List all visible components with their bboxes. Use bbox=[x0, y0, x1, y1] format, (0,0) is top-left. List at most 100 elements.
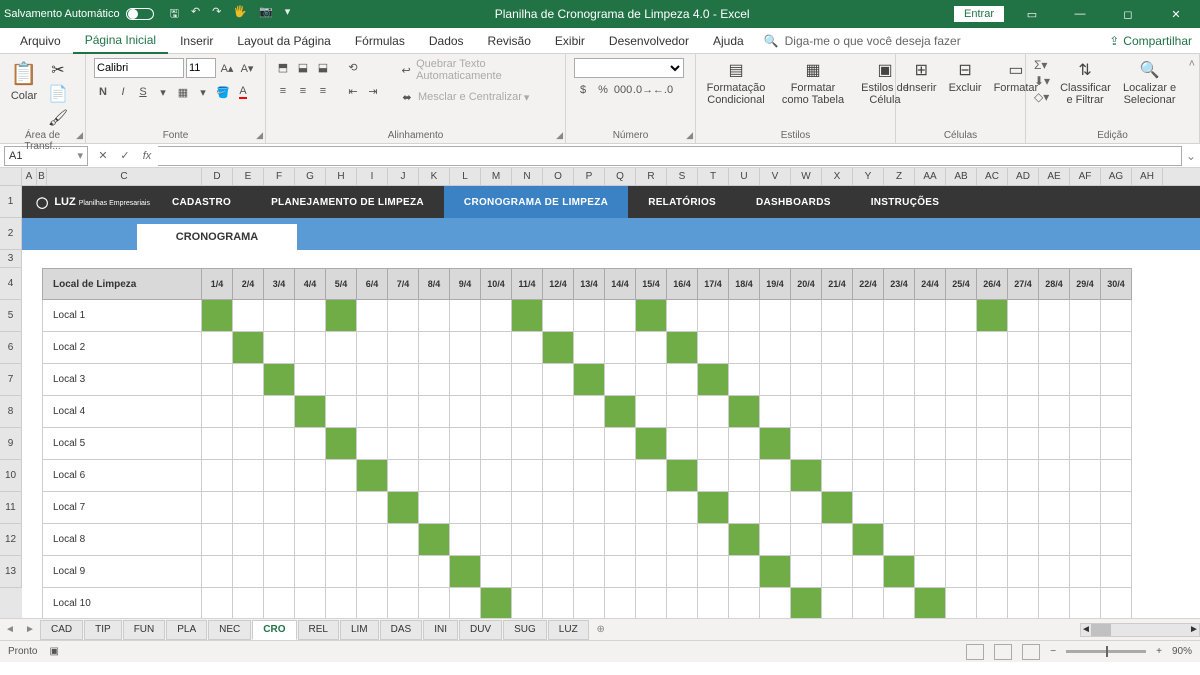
align-top-icon[interactable]: ⬒ bbox=[274, 58, 292, 76]
col-header[interactable]: U bbox=[729, 168, 760, 185]
schedule-cell[interactable] bbox=[1008, 588, 1039, 618]
copy-icon[interactable]: 📄 bbox=[48, 84, 68, 104]
schedule-cell[interactable] bbox=[1101, 300, 1132, 332]
schedule-cell[interactable] bbox=[915, 524, 946, 556]
schedule-cell[interactable] bbox=[233, 332, 264, 364]
schedule-cell[interactable] bbox=[1070, 588, 1101, 618]
schedule-cell[interactable] bbox=[1008, 460, 1039, 492]
schedule-cell[interactable] bbox=[760, 588, 791, 618]
schedule-cell[interactable] bbox=[574, 396, 605, 428]
schedule-cell[interactable] bbox=[512, 428, 543, 460]
col-header[interactable]: Y bbox=[853, 168, 884, 185]
schedule-cell[interactable] bbox=[357, 588, 388, 618]
schedule-cell[interactable] bbox=[326, 364, 357, 396]
schedule-cell[interactable] bbox=[481, 556, 512, 588]
schedule-cell[interactable] bbox=[295, 492, 326, 524]
col-header[interactable]: T bbox=[698, 168, 729, 185]
schedule-cell[interactable] bbox=[543, 300, 574, 332]
location-cell[interactable]: Local 3 bbox=[42, 364, 202, 396]
col-header[interactable]: AA bbox=[915, 168, 946, 185]
schedule-cell[interactable] bbox=[946, 364, 977, 396]
schedule-cell[interactable] bbox=[977, 524, 1008, 556]
schedule-cell[interactable] bbox=[419, 524, 450, 556]
schedule-cell[interactable] bbox=[264, 332, 295, 364]
schedule-cell[interactable] bbox=[822, 492, 853, 524]
schedule-cell[interactable] bbox=[450, 588, 481, 618]
schedule-cell[interactable] bbox=[698, 556, 729, 588]
horizontal-scrollbar[interactable]: ◄► bbox=[1080, 623, 1200, 637]
schedule-cell[interactable] bbox=[605, 332, 636, 364]
schedule-cell[interactable] bbox=[1070, 300, 1101, 332]
schedule-cell[interactable] bbox=[264, 492, 295, 524]
sheet-tab-cad[interactable]: CAD bbox=[40, 620, 83, 640]
schedule-cell[interactable] bbox=[760, 332, 791, 364]
sheet-tab-luz[interactable]: LUZ bbox=[548, 620, 589, 640]
autosum-icon[interactable]: Σ▾ bbox=[1034, 58, 1050, 72]
schedule-cell[interactable] bbox=[853, 492, 884, 524]
increase-indent-icon[interactable]: ⇥ bbox=[364, 82, 382, 100]
schedule-cell[interactable] bbox=[202, 588, 233, 618]
schedule-cell[interactable] bbox=[605, 492, 636, 524]
schedule-cell[interactable] bbox=[1008, 300, 1039, 332]
schedule-cell[interactable] bbox=[915, 396, 946, 428]
fill-icon[interactable]: ⬇▾ bbox=[1034, 74, 1050, 88]
row-header[interactable]: 2 bbox=[0, 218, 22, 250]
schedule-cell[interactable] bbox=[760, 300, 791, 332]
schedule-cell[interactable] bbox=[977, 300, 1008, 332]
schedule-cell[interactable] bbox=[295, 300, 326, 332]
find-select-button[interactable]: 🔍Localizar e Selecionar bbox=[1120, 58, 1179, 108]
schedule-cell[interactable] bbox=[1008, 524, 1039, 556]
signin-button[interactable]: Entrar bbox=[954, 6, 1004, 22]
schedule-cell[interactable] bbox=[202, 332, 233, 364]
schedule-cell[interactable] bbox=[295, 588, 326, 618]
schedule-cell[interactable] bbox=[667, 492, 698, 524]
share-button[interactable]: ⇪ Compartilhar bbox=[1109, 34, 1192, 48]
schedule-cell[interactable] bbox=[605, 300, 636, 332]
schedule-cell[interactable] bbox=[822, 428, 853, 460]
merge-icon[interactable]: ⬌ bbox=[398, 88, 416, 106]
schedule-cell[interactable] bbox=[388, 460, 419, 492]
schedule-cell[interactable] bbox=[946, 588, 977, 618]
schedule-cell[interactable] bbox=[264, 428, 295, 460]
dialog-launcher-icon[interactable]: ◢ bbox=[256, 130, 263, 141]
schedule-cell[interactable] bbox=[1008, 556, 1039, 588]
schedule-cell[interactable] bbox=[481, 300, 512, 332]
schedule-cell[interactable] bbox=[822, 332, 853, 364]
schedule-cell[interactable] bbox=[512, 588, 543, 618]
schedule-cell[interactable] bbox=[946, 332, 977, 364]
schedule-cell[interactable] bbox=[264, 300, 295, 332]
col-header[interactable]: N bbox=[512, 168, 543, 185]
schedule-cell[interactable] bbox=[729, 524, 760, 556]
sheet-tab-rel[interactable]: REL bbox=[298, 620, 339, 640]
nav-planejamento-de-limpeza[interactable]: PLANEJAMENTO DE LIMPEZA bbox=[251, 186, 444, 218]
schedule-cell[interactable] bbox=[233, 492, 264, 524]
zoom-slider[interactable] bbox=[1066, 650, 1146, 653]
schedule-cell[interactable] bbox=[1039, 524, 1070, 556]
schedule-cell[interactable] bbox=[636, 364, 667, 396]
schedule-cell[interactable] bbox=[915, 300, 946, 332]
schedule-cell[interactable] bbox=[636, 524, 667, 556]
qat-dropdown-icon[interactable]: ▾ bbox=[285, 5, 291, 24]
schedule-cell[interactable] bbox=[1039, 300, 1070, 332]
paste-button[interactable]: 📋 Colar bbox=[8, 58, 40, 104]
row-header[interactable]: 13 bbox=[0, 556, 22, 588]
ribbon-tab-desenvolvedor[interactable]: Desenvolvedor bbox=[597, 28, 701, 54]
format-painter-icon[interactable]: 🖌 bbox=[48, 108, 68, 128]
schedule-cell[interactable] bbox=[357, 396, 388, 428]
schedule-cell[interactable] bbox=[543, 588, 574, 618]
schedule-cell[interactable] bbox=[884, 492, 915, 524]
cut-icon[interactable]: ✂ bbox=[48, 60, 68, 80]
schedule-cell[interactable] bbox=[574, 556, 605, 588]
schedule-cell[interactable] bbox=[698, 332, 729, 364]
ribbon-options-icon[interactable]: ▭ bbox=[1012, 0, 1052, 28]
font-color-icon[interactable]: A bbox=[234, 83, 252, 101]
schedule-cell[interactable] bbox=[605, 524, 636, 556]
row-header[interactable]: 6 bbox=[0, 332, 22, 364]
row-header[interactable]: 3 bbox=[0, 250, 22, 268]
row-header[interactable]: 5 bbox=[0, 300, 22, 332]
schedule-cell[interactable] bbox=[791, 556, 822, 588]
schedule-cell[interactable] bbox=[791, 492, 822, 524]
schedule-cell[interactable] bbox=[450, 460, 481, 492]
schedule-cell[interactable] bbox=[202, 364, 233, 396]
number-format-select[interactable] bbox=[574, 58, 684, 78]
